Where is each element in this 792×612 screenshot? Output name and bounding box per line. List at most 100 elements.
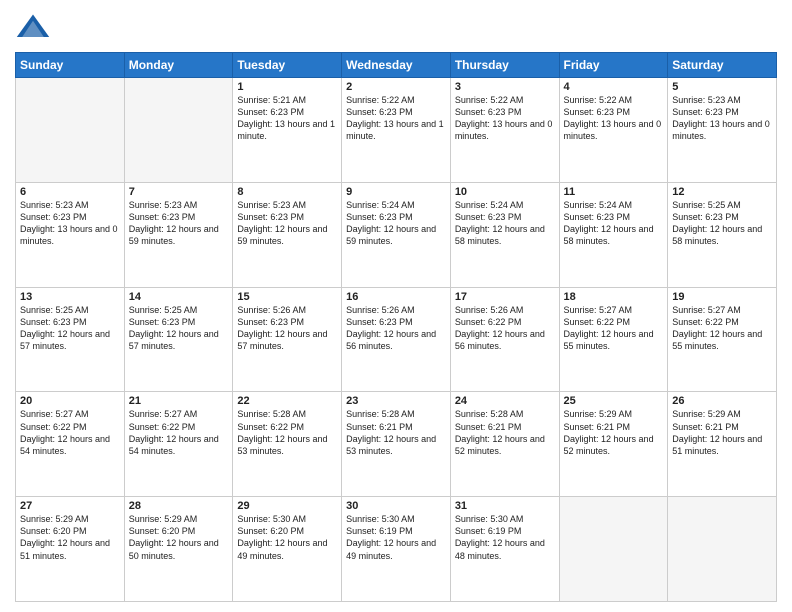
- day-info: Sunrise: 5:25 AM Sunset: 6:23 PM Dayligh…: [672, 199, 772, 248]
- calendar-week-row: 27Sunrise: 5:29 AM Sunset: 6:20 PM Dayli…: [16, 497, 777, 602]
- calendar-cell: 14Sunrise: 5:25 AM Sunset: 6:23 PM Dayli…: [124, 287, 233, 392]
- calendar-day-header: Monday: [124, 53, 233, 78]
- calendar-cell: 7Sunrise: 5:23 AM Sunset: 6:23 PM Daylig…: [124, 182, 233, 287]
- day-info: Sunrise: 5:21 AM Sunset: 6:23 PM Dayligh…: [237, 94, 337, 143]
- day-number: 28: [129, 500, 229, 512]
- day-number: 7: [129, 186, 229, 198]
- calendar-day-header: Friday: [559, 53, 668, 78]
- day-info: Sunrise: 5:28 AM Sunset: 6:21 PM Dayligh…: [346, 408, 446, 457]
- calendar-cell: 4Sunrise: 5:22 AM Sunset: 6:23 PM Daylig…: [559, 78, 668, 183]
- calendar-day-header: Wednesday: [342, 53, 451, 78]
- day-number: 19: [672, 291, 772, 303]
- day-number: 31: [455, 500, 555, 512]
- calendar-cell: 29Sunrise: 5:30 AM Sunset: 6:20 PM Dayli…: [233, 497, 342, 602]
- day-info: Sunrise: 5:29 AM Sunset: 6:20 PM Dayligh…: [129, 513, 229, 562]
- day-number: 27: [20, 500, 120, 512]
- calendar-cell: 31Sunrise: 5:30 AM Sunset: 6:19 PM Dayli…: [450, 497, 559, 602]
- day-number: 30: [346, 500, 446, 512]
- day-info: Sunrise: 5:29 AM Sunset: 6:21 PM Dayligh…: [564, 408, 664, 457]
- day-number: 17: [455, 291, 555, 303]
- logo: [15, 10, 55, 46]
- day-info: Sunrise: 5:23 AM Sunset: 6:23 PM Dayligh…: [672, 94, 772, 143]
- calendar-cell: 20Sunrise: 5:27 AM Sunset: 6:22 PM Dayli…: [16, 392, 125, 497]
- day-number: 4: [564, 81, 664, 93]
- day-info: Sunrise: 5:24 AM Sunset: 6:23 PM Dayligh…: [455, 199, 555, 248]
- calendar-day-header: Saturday: [668, 53, 777, 78]
- day-number: 24: [455, 395, 555, 407]
- day-number: 23: [346, 395, 446, 407]
- day-info: Sunrise: 5:27 AM Sunset: 6:22 PM Dayligh…: [564, 304, 664, 353]
- calendar-cell: 8Sunrise: 5:23 AM Sunset: 6:23 PM Daylig…: [233, 182, 342, 287]
- calendar-week-row: 6Sunrise: 5:23 AM Sunset: 6:23 PM Daylig…: [16, 182, 777, 287]
- day-number: 29: [237, 500, 337, 512]
- day-number: 1: [237, 81, 337, 93]
- day-number: 2: [346, 81, 446, 93]
- calendar-cell: 11Sunrise: 5:24 AM Sunset: 6:23 PM Dayli…: [559, 182, 668, 287]
- day-info: Sunrise: 5:29 AM Sunset: 6:21 PM Dayligh…: [672, 408, 772, 457]
- calendar-cell: 18Sunrise: 5:27 AM Sunset: 6:22 PM Dayli…: [559, 287, 668, 392]
- day-number: 3: [455, 81, 555, 93]
- day-number: 11: [564, 186, 664, 198]
- day-info: Sunrise: 5:26 AM Sunset: 6:23 PM Dayligh…: [237, 304, 337, 353]
- day-number: 21: [129, 395, 229, 407]
- day-info: Sunrise: 5:28 AM Sunset: 6:21 PM Dayligh…: [455, 408, 555, 457]
- day-info: Sunrise: 5:29 AM Sunset: 6:20 PM Dayligh…: [20, 513, 120, 562]
- calendar-cell: [668, 497, 777, 602]
- calendar-day-header: Thursday: [450, 53, 559, 78]
- day-number: 22: [237, 395, 337, 407]
- day-info: Sunrise: 5:27 AM Sunset: 6:22 PM Dayligh…: [20, 408, 120, 457]
- day-number: 25: [564, 395, 664, 407]
- day-info: Sunrise: 5:26 AM Sunset: 6:23 PM Dayligh…: [346, 304, 446, 353]
- calendar-cell: 24Sunrise: 5:28 AM Sunset: 6:21 PM Dayli…: [450, 392, 559, 497]
- calendar-cell: 9Sunrise: 5:24 AM Sunset: 6:23 PM Daylig…: [342, 182, 451, 287]
- calendar-cell: 5Sunrise: 5:23 AM Sunset: 6:23 PM Daylig…: [668, 78, 777, 183]
- page: SundayMondayTuesdayWednesdayThursdayFrid…: [0, 0, 792, 612]
- day-info: Sunrise: 5:24 AM Sunset: 6:23 PM Dayligh…: [564, 199, 664, 248]
- day-info: Sunrise: 5:22 AM Sunset: 6:23 PM Dayligh…: [346, 94, 446, 143]
- day-info: Sunrise: 5:25 AM Sunset: 6:23 PM Dayligh…: [20, 304, 120, 353]
- day-number: 6: [20, 186, 120, 198]
- day-number: 9: [346, 186, 446, 198]
- calendar-table: SundayMondayTuesdayWednesdayThursdayFrid…: [15, 52, 777, 602]
- calendar-cell: 27Sunrise: 5:29 AM Sunset: 6:20 PM Dayli…: [16, 497, 125, 602]
- calendar-cell: 26Sunrise: 5:29 AM Sunset: 6:21 PM Dayli…: [668, 392, 777, 497]
- day-number: 12: [672, 186, 772, 198]
- day-info: Sunrise: 5:30 AM Sunset: 6:20 PM Dayligh…: [237, 513, 337, 562]
- day-info: Sunrise: 5:23 AM Sunset: 6:23 PM Dayligh…: [237, 199, 337, 248]
- day-info: Sunrise: 5:22 AM Sunset: 6:23 PM Dayligh…: [564, 94, 664, 143]
- day-number: 13: [20, 291, 120, 303]
- day-info: Sunrise: 5:30 AM Sunset: 6:19 PM Dayligh…: [455, 513, 555, 562]
- calendar-cell: 21Sunrise: 5:27 AM Sunset: 6:22 PM Dayli…: [124, 392, 233, 497]
- day-info: Sunrise: 5:28 AM Sunset: 6:22 PM Dayligh…: [237, 408, 337, 457]
- day-info: Sunrise: 5:30 AM Sunset: 6:19 PM Dayligh…: [346, 513, 446, 562]
- day-number: 8: [237, 186, 337, 198]
- calendar-cell: 2Sunrise: 5:22 AM Sunset: 6:23 PM Daylig…: [342, 78, 451, 183]
- day-number: 14: [129, 291, 229, 303]
- calendar-cell: 25Sunrise: 5:29 AM Sunset: 6:21 PM Dayli…: [559, 392, 668, 497]
- calendar-cell: [124, 78, 233, 183]
- calendar-header-row: SundayMondayTuesdayWednesdayThursdayFrid…: [16, 53, 777, 78]
- calendar-cell: 28Sunrise: 5:29 AM Sunset: 6:20 PM Dayli…: [124, 497, 233, 602]
- logo-icon: [15, 10, 51, 46]
- day-number: 5: [672, 81, 772, 93]
- calendar-cell: 17Sunrise: 5:26 AM Sunset: 6:22 PM Dayli…: [450, 287, 559, 392]
- day-info: Sunrise: 5:23 AM Sunset: 6:23 PM Dayligh…: [20, 199, 120, 248]
- calendar-week-row: 20Sunrise: 5:27 AM Sunset: 6:22 PM Dayli…: [16, 392, 777, 497]
- day-number: 20: [20, 395, 120, 407]
- day-info: Sunrise: 5:27 AM Sunset: 6:22 PM Dayligh…: [672, 304, 772, 353]
- calendar-cell: [16, 78, 125, 183]
- calendar-cell: [559, 497, 668, 602]
- calendar-week-row: 1Sunrise: 5:21 AM Sunset: 6:23 PM Daylig…: [16, 78, 777, 183]
- day-info: Sunrise: 5:24 AM Sunset: 6:23 PM Dayligh…: [346, 199, 446, 248]
- calendar-week-row: 13Sunrise: 5:25 AM Sunset: 6:23 PM Dayli…: [16, 287, 777, 392]
- day-info: Sunrise: 5:23 AM Sunset: 6:23 PM Dayligh…: [129, 199, 229, 248]
- day-number: 16: [346, 291, 446, 303]
- calendar-cell: 19Sunrise: 5:27 AM Sunset: 6:22 PM Dayli…: [668, 287, 777, 392]
- calendar-cell: 16Sunrise: 5:26 AM Sunset: 6:23 PM Dayli…: [342, 287, 451, 392]
- day-info: Sunrise: 5:25 AM Sunset: 6:23 PM Dayligh…: [129, 304, 229, 353]
- day-number: 18: [564, 291, 664, 303]
- calendar-cell: 10Sunrise: 5:24 AM Sunset: 6:23 PM Dayli…: [450, 182, 559, 287]
- calendar-cell: 12Sunrise: 5:25 AM Sunset: 6:23 PM Dayli…: [668, 182, 777, 287]
- calendar-cell: 13Sunrise: 5:25 AM Sunset: 6:23 PM Dayli…: [16, 287, 125, 392]
- calendar-cell: 23Sunrise: 5:28 AM Sunset: 6:21 PM Dayli…: [342, 392, 451, 497]
